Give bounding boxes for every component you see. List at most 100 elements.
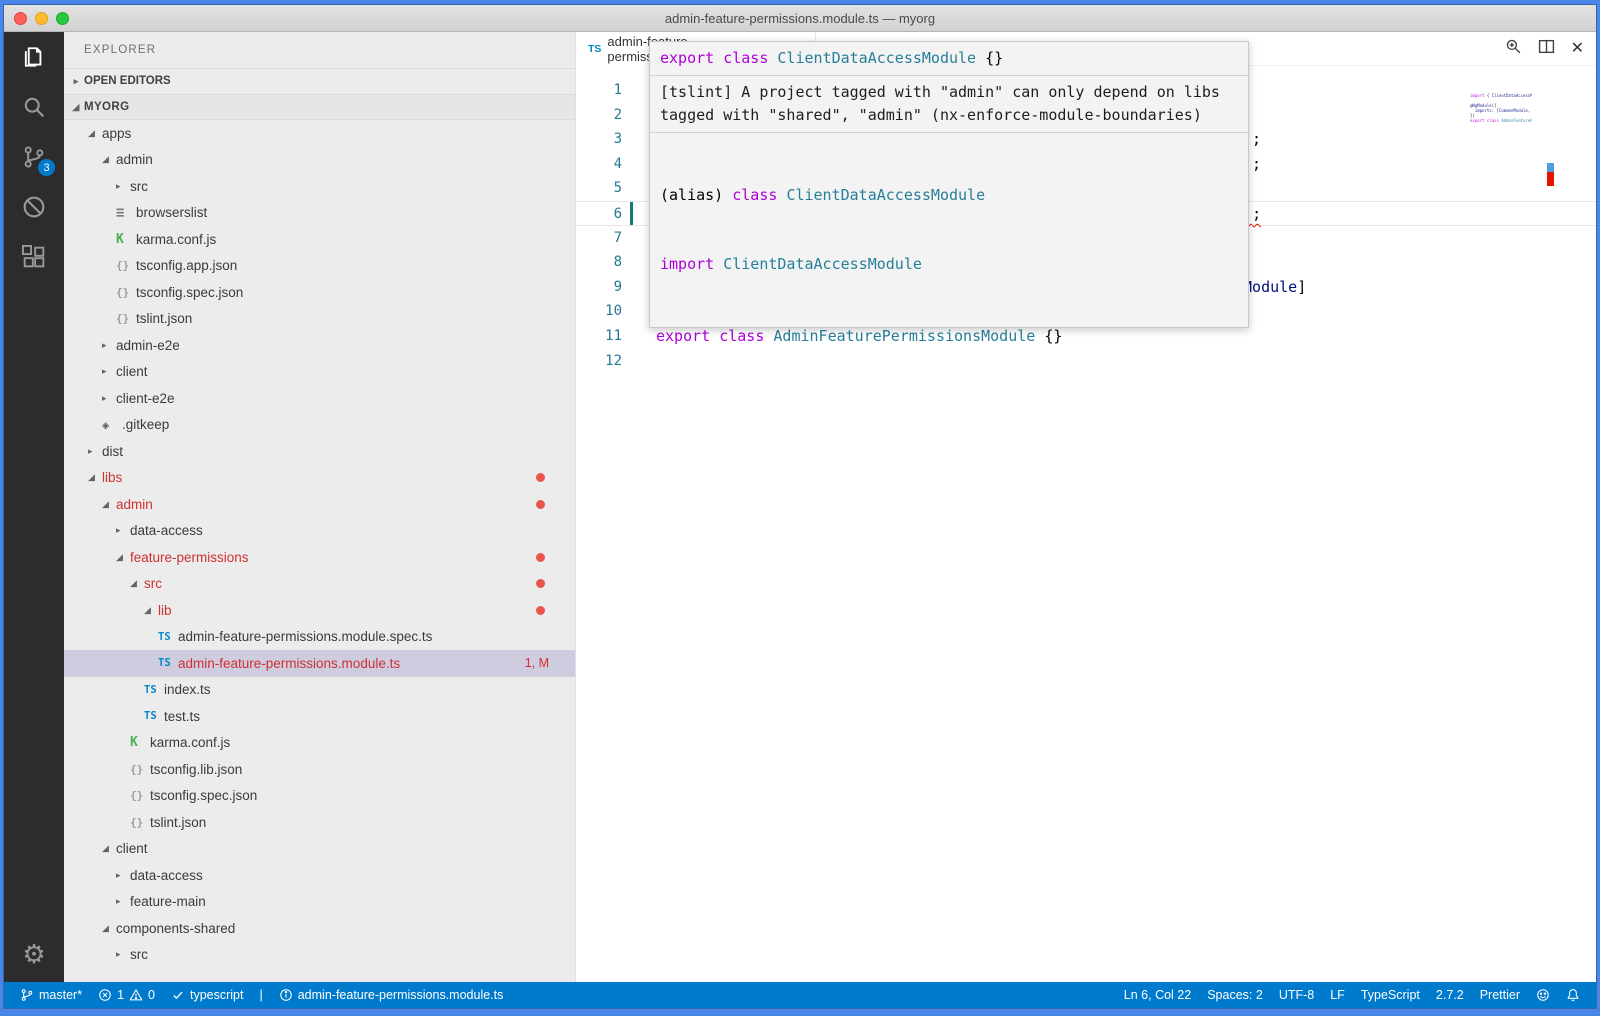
chevron-down-icon: ◢ (116, 552, 130, 563)
problem-dot-badge (536, 579, 545, 588)
tree-file-index.ts[interactable]: TSindex.ts (64, 677, 575, 704)
code-token: ; (1252, 205, 1261, 223)
list-file-icon: ≡ (116, 205, 136, 221)
activitybar-item-extensions[interactable] (4, 232, 64, 282)
status-git-branch[interactable]: master* (14, 982, 88, 1008)
tree-item-label: client-e2e (116, 391, 175, 406)
code-token: {} (1035, 327, 1062, 345)
code-token: import (660, 255, 714, 273)
status-formatter[interactable]: Prettier (1474, 982, 1526, 1008)
typescript-file-icon: TS (588, 43, 601, 55)
tree-folder-apps[interactable]: ◢apps (64, 120, 575, 147)
chevron-right-icon: ▸ (116, 181, 130, 192)
tree-folder-dist[interactable]: ▸dist (64, 438, 575, 465)
tree-folder-components-shared[interactable]: ◢components-shared (64, 915, 575, 942)
status-left: master*10typescript|admin-feature-permis… (14, 982, 509, 1008)
status-label: 2.7.2 (1436, 988, 1464, 1002)
tree-file-karma.conf.js[interactable]: Kkarma.conf.js (64, 226, 575, 253)
problem-dot-badge (536, 553, 545, 562)
status-label: 0 (148, 988, 155, 1002)
tree-folder-admin[interactable]: ◢admin (64, 491, 575, 518)
tree-file-tsconfig.spec.json[interactable]: {}tsconfig.spec.json (64, 279, 575, 306)
tree-file-browserslist[interactable]: ≡browserslist (64, 200, 575, 227)
close-editor-icon[interactable]: ✕ (1571, 41, 1584, 57)
problem-dot-badge (536, 500, 545, 509)
tree-item-label: apps (102, 126, 131, 141)
smiley-icon (1536, 988, 1550, 1002)
problem-dot-badge (536, 606, 545, 615)
hover-code-line: export class ClientDataAccessModule {} (650, 42, 1248, 76)
split-editor-icon[interactable] (1538, 38, 1555, 60)
chevron-down-icon: ◢ (88, 472, 102, 483)
tree-folder-admin[interactable]: ◢admin (64, 147, 575, 174)
json-file-icon: {} (116, 286, 136, 299)
status-problems[interactable]: 10 (92, 982, 161, 1008)
debug-icon (20, 193, 48, 221)
ts-file-icon: TS (144, 684, 164, 696)
tree-file-admin-feature-permissions.module.spec.ts[interactable]: TSadmin-feature-permissions.module.spec.… (64, 624, 575, 651)
tree-file-tslint.json[interactable]: {}tslint.json (64, 306, 575, 333)
git-file-icon: ◈ (102, 418, 122, 432)
code-token: ClientDataAccessModule (786, 186, 985, 204)
tree-file-karma.conf.js[interactable]: Kkarma.conf.js (64, 730, 575, 757)
tree-item-label: data-access (130, 523, 203, 538)
tree-folder-client[interactable]: ◢client (64, 836, 575, 863)
vscode-window: admin-feature-permissions.module.ts — my… (4, 5, 1596, 1008)
status-label: master* (39, 988, 82, 1002)
open-editors-section[interactable]: ▸ OPEN EDITORS (64, 68, 575, 94)
code-line-12[interactable]: 12 (576, 349, 1596, 374)
code-token (714, 255, 723, 273)
karma-file-icon: K (116, 232, 136, 247)
status-tslint-status[interactable]: typescript (165, 982, 250, 1008)
open-preview-icon[interactable] (1505, 38, 1522, 60)
tree-folder-src[interactable]: ◢src (64, 571, 575, 598)
status-ts-version[interactable]: 2.7.2 (1430, 982, 1470, 1008)
status-encoding[interactable]: UTF-8 (1273, 982, 1320, 1008)
activitybar-item-search[interactable] (4, 82, 64, 132)
status-file-info[interactable]: admin-feature-permissions.module.ts (273, 982, 510, 1008)
status-label: 1 (117, 988, 124, 1002)
status-cursor-position[interactable]: Ln 6, Col 22 (1118, 982, 1197, 1008)
tree-file-tslint.json[interactable]: {}tslint.json (64, 809, 575, 836)
activitybar-item-explorer[interactable] (4, 32, 64, 82)
tree-folder-feature-main[interactable]: ▸feature-main (64, 889, 575, 916)
tree-item-label: index.ts (164, 682, 211, 697)
tree-file-tsconfig.spec.json[interactable]: {}tsconfig.spec.json (64, 783, 575, 810)
overview-ruler-cursor-mark (1547, 163, 1554, 172)
tree-folder-libs[interactable]: ◢libs (64, 465, 575, 492)
chevron-right-icon: ▸ (102, 366, 116, 377)
tree-folder-src[interactable]: ▸src (64, 942, 575, 969)
tree-file-tsconfig.app.json[interactable]: {}tsconfig.app.json (64, 253, 575, 280)
status-language-mode[interactable]: TypeScript (1355, 982, 1426, 1008)
tree-folder-lib[interactable]: ◢lib (64, 597, 575, 624)
activitybar-item-debug[interactable] (4, 182, 64, 232)
status-feedback[interactable] (1530, 982, 1556, 1008)
tree-folder-client-e2e[interactable]: ▸client-e2e (64, 385, 575, 412)
status-label: Prettier (1480, 988, 1520, 1002)
code-token: ; (1252, 130, 1261, 148)
status-label: Spaces: 2 (1207, 988, 1263, 1002)
tree-file-.gitkeep[interactable]: ◈.gitkeep (64, 412, 575, 439)
tree-item-label: tsconfig.app.json (136, 258, 237, 273)
status-eol[interactable]: LF (1324, 982, 1351, 1008)
activitybar-item-source-control[interactable]: 3 (4, 132, 64, 182)
tree-folder-feature-permissions[interactable]: ◢feature-permissions (64, 544, 575, 571)
tree-folder-client[interactable]: ▸client (64, 359, 575, 386)
tree-folder-data-access[interactable]: ▸data-access (64, 518, 575, 545)
tree-folder-src[interactable]: ▸src (64, 173, 575, 200)
tree-file-admin-feature-permissions.module.ts[interactable]: TSadmin-feature-permissions.module.ts1, … (64, 650, 575, 677)
tree-file-test.ts[interactable]: TStest.ts (64, 703, 575, 730)
tree-file-tsconfig.lib.json[interactable]: {}tsconfig.lib.json (64, 756, 575, 783)
tree-item-label: data-access (130, 868, 203, 883)
code-token: {} (976, 49, 1003, 67)
status-indentation[interactable]: Spaces: 2 (1201, 982, 1269, 1008)
info-icon (279, 988, 293, 1002)
tree-item-label: .gitkeep (122, 417, 169, 432)
project-section[interactable]: ◢ MYORG (64, 94, 575, 120)
tree-folder-admin-e2e[interactable]: ▸admin-e2e (64, 332, 575, 359)
status-label: typescript (190, 988, 244, 1002)
status-notifications[interactable] (1560, 982, 1586, 1008)
gear-icon[interactable]: ⚙ (22, 926, 45, 982)
extensions-icon (20, 243, 48, 271)
tree-folder-data-access[interactable]: ▸data-access (64, 862, 575, 889)
